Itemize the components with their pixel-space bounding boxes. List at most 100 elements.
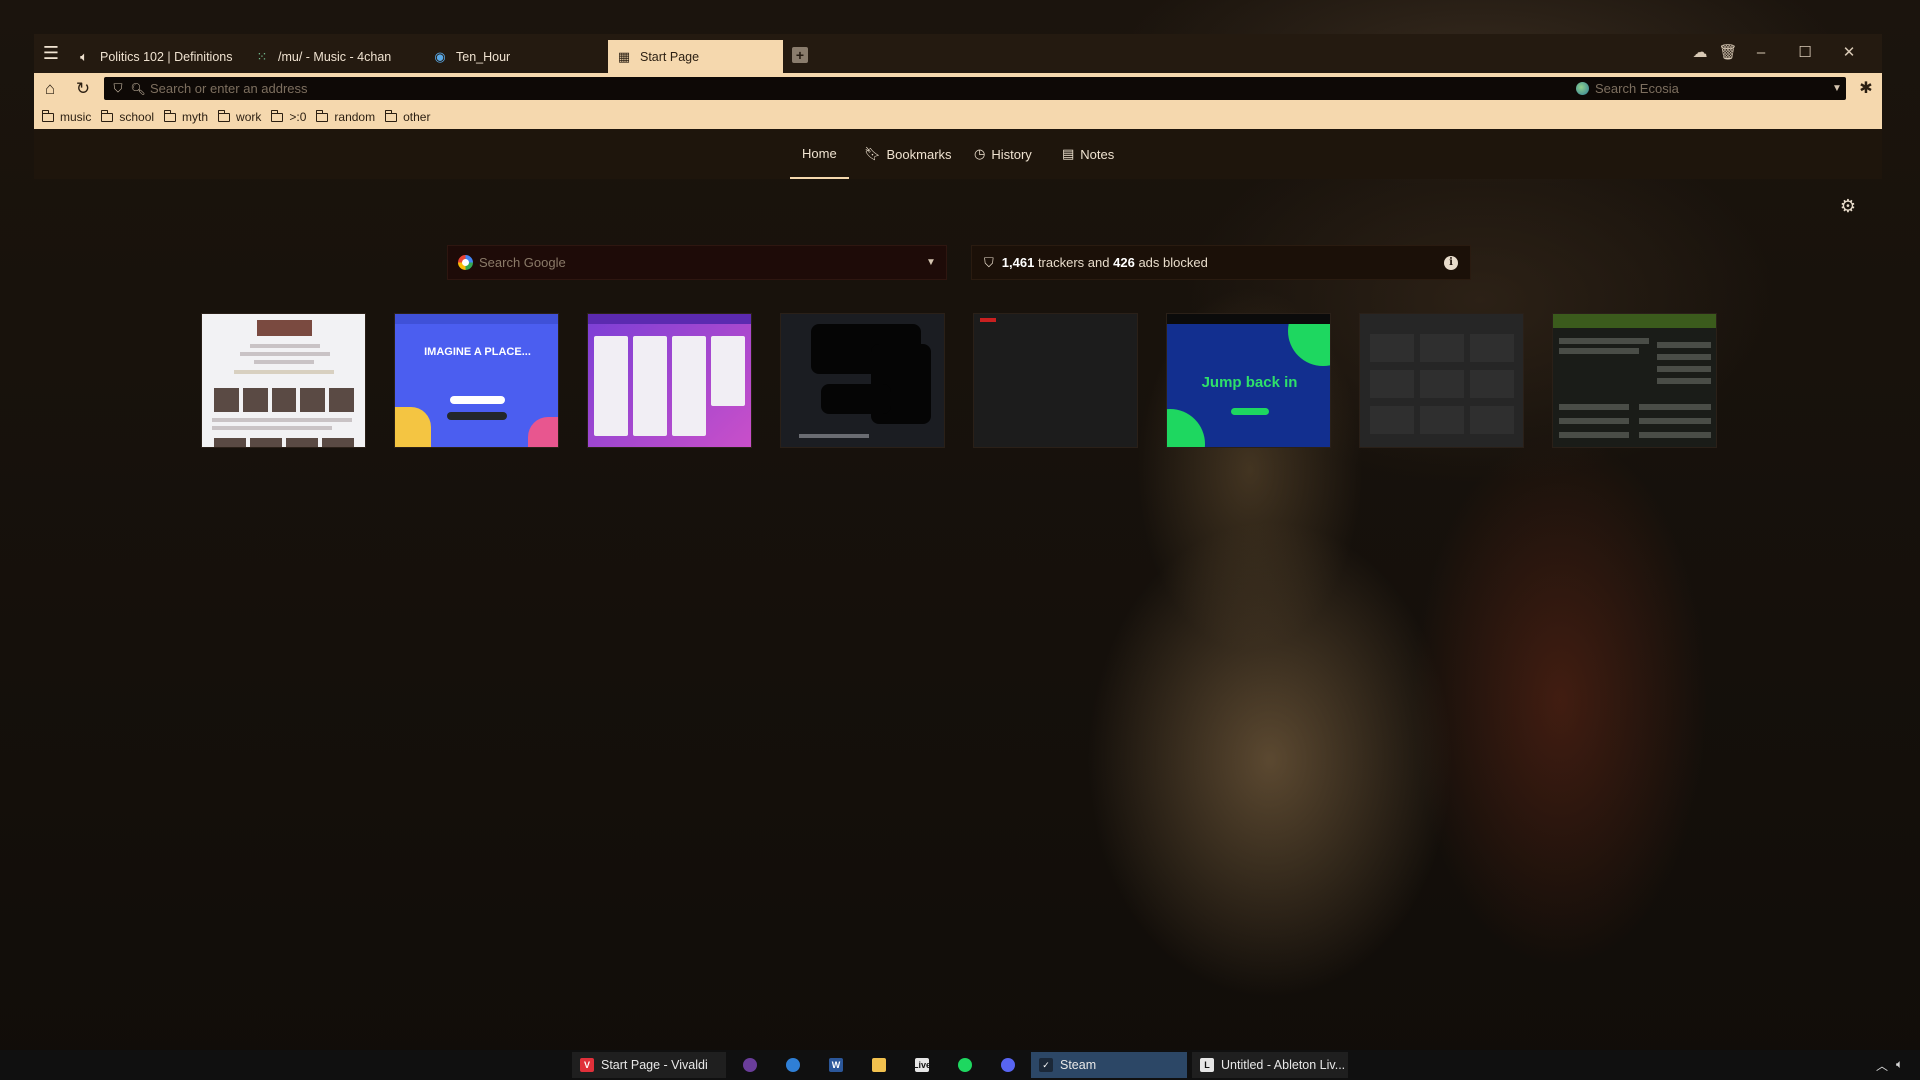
- notes-icon: ▤: [1062, 146, 1075, 161]
- tracker-stats-text: 1,461 trackers and 426 ads blocked: [1002, 255, 1208, 270]
- speed-dial-7[interactable]: [1359, 313, 1524, 448]
- google-search-input[interactable]: [479, 255, 910, 270]
- spotify-icon[interactable]: [957, 1057, 973, 1073]
- taskbar-label: Untitled - Ableton Liv...: [1221, 1058, 1346, 1072]
- tab-ten-hour[interactable]: ◉ Ten_Hour: [424, 40, 599, 73]
- edge-icon[interactable]: [785, 1057, 801, 1073]
- tab-bar: ☰ 🔈︎ Politics 102 | Definitions - Y ⁙ /m…: [34, 34, 1882, 73]
- search-input[interactable]: [1595, 81, 1822, 96]
- speed-dial-heading: Jump back in: [1201, 374, 1298, 391]
- tab-label: Politics 102 | Definitions - Y: [100, 49, 235, 64]
- home-icon[interactable]: ⌂: [38, 77, 62, 101]
- maximize-icon[interactable]: ☐: [1794, 42, 1816, 64]
- ableton-live-icon[interactable]: Live: [913, 1057, 931, 1073]
- search-engine-field[interactable]: ▼: [1570, 77, 1846, 100]
- folder-icon: [316, 109, 329, 122]
- word-icon[interactable]: W: [828, 1057, 844, 1073]
- bookmark-icon: 🔖︎: [864, 146, 881, 161]
- bookmark-label: >:0: [289, 109, 307, 124]
- nav-history[interactable]: ◷ History: [974, 129, 1032, 179]
- bookmark-folder-angry[interactable]: >:0: [270, 109, 307, 124]
- nav-notes[interactable]: ▤ Notes: [1062, 129, 1114, 179]
- cloud-sync-icon[interactable]: ☁: [1689, 42, 1711, 64]
- address-bar: ⌂ ↻ ⛉ 🔍︎ ▼ ▼ ✱: [34, 73, 1882, 104]
- speed-dial-5[interactable]: [973, 313, 1138, 448]
- bookmark-label: school: [119, 109, 155, 124]
- file-explorer-icon[interactable]: [871, 1057, 887, 1073]
- speed-dial-3[interactable]: [587, 313, 752, 448]
- folder-icon: [41, 109, 54, 122]
- folder-icon: [100, 109, 114, 122]
- chevron-down-icon[interactable]: ▼: [916, 257, 946, 268]
- discord-icon[interactable]: [1000, 1057, 1016, 1073]
- grid-icon: ▦: [617, 48, 631, 64]
- tray-chevron-up-icon[interactable]: ︿: [1876, 1057, 1888, 1074]
- taskbar-item-ableton[interactable]: L Untitled - Ableton Liv...: [1192, 1052, 1348, 1078]
- tab-4chan-mu[interactable]: ⁙ /mu/ - Music - 4chan: [246, 40, 421, 73]
- volume-icon[interactable]: 🔈︎: [1896, 1057, 1903, 1072]
- info-icon[interactable]: i: [1444, 256, 1458, 270]
- tracker-label: trackers and: [1037, 255, 1110, 270]
- ads-count: 426: [1113, 255, 1135, 270]
- tracker-count: 1,461: [1001, 255, 1035, 270]
- bookmark-label: work: [236, 109, 262, 124]
- taskbar-label: Start Page - Vivaldi: [601, 1058, 708, 1072]
- extensions-puzzle-icon[interactable]: ✱: [1854, 77, 1878, 101]
- google-icon: [458, 255, 473, 270]
- browser-window: ☰ 🔈︎ Politics 102 | Definitions - Y ⁙ /m…: [34, 34, 1882, 184]
- taskbar-label: Steam: [1060, 1058, 1097, 1072]
- gear-icon[interactable]: ⚙: [1838, 196, 1858, 216]
- bookmark-bar: music school myth work >:0 random other: [34, 104, 1882, 129]
- tracker-blocker-stats[interactable]: ⛉ 1,461 trackers and 426 ads blocked i: [971, 245, 1471, 280]
- nav-label: History: [991, 146, 1032, 162]
- shield-icon[interactable]: ⛉: [110, 81, 126, 96]
- folder-icon: [270, 109, 284, 122]
- taskbar-item-steam[interactable]: ✓ Steam: [1031, 1052, 1187, 1078]
- nav-bookmarks[interactable]: 🔖︎ Bookmarks: [864, 129, 952, 179]
- tab-label: /mu/ - Music - 4chan: [278, 49, 392, 64]
- speed-dial-8[interactable]: [1552, 313, 1717, 448]
- eye-icon: ◉: [434, 48, 446, 64]
- speed-dial-1[interactable]: [201, 313, 366, 448]
- speed-dial-6[interactable]: Jump back in: [1166, 313, 1331, 448]
- speed-dial-2[interactable]: IMAGINE A PLACE...: [394, 313, 559, 448]
- taskbar-item-vivaldi[interactable]: V Start Page - Vivaldi: [572, 1052, 726, 1078]
- speed-dial-4[interactable]: [780, 313, 945, 448]
- bookmark-label: random: [334, 109, 376, 124]
- clock-icon: ◷: [974, 146, 986, 161]
- speed-dial-heading: IMAGINE A PLACE...: [424, 346, 531, 358]
- folder-icon: [384, 109, 398, 122]
- speaker-icon[interactable]: 🔈︎: [76, 49, 92, 65]
- ableton-icon: L: [1200, 1058, 1214, 1072]
- close-icon[interactable]: ✕: [1838, 42, 1860, 64]
- tab-start-page[interactable]: ▦ Start Page: [608, 40, 783, 73]
- bookmark-folder-music[interactable]: music: [41, 109, 92, 124]
- new-tab-button[interactable]: +: [792, 47, 808, 63]
- menu-icon[interactable]: ☰: [40, 43, 62, 63]
- search-icon: 🔍︎: [130, 81, 146, 96]
- bookmark-label: other: [403, 109, 431, 124]
- google-search-field[interactable]: ▼: [447, 245, 947, 280]
- shield-icon: ⛉: [984, 254, 994, 270]
- minimize-icon[interactable]: –: [1750, 42, 1772, 64]
- chevron-down-icon[interactable]: ▼: [1828, 83, 1846, 94]
- bookmark-folder-random[interactable]: random: [316, 109, 376, 124]
- ecosia-icon: [1576, 82, 1589, 95]
- bookmark-folder-myth[interactable]: myth: [163, 109, 208, 124]
- nav-home[interactable]: Home: [790, 129, 849, 179]
- bookmark-folder-school[interactable]: school: [100, 109, 155, 124]
- url-field[interactable]: ⛉ 🔍︎ ▼: [104, 77, 1596, 100]
- tab-label: Start Page: [640, 49, 700, 64]
- taskbar: V Start Page - Vivaldi W Live ✓ Steam L …: [0, 1050, 1920, 1080]
- nav-label: Bookmarks: [886, 146, 952, 162]
- bookmark-folder-work[interactable]: work: [217, 109, 262, 124]
- tab-label: Ten_Hour: [456, 49, 511, 64]
- tab-politics[interactable]: 🔈︎ Politics 102 | Definitions - Y: [68, 40, 243, 73]
- url-input[interactable]: [150, 81, 1574, 96]
- bookmark-folder-other[interactable]: other: [384, 109, 431, 124]
- trash-icon[interactable]: 🗑︎: [1717, 42, 1739, 64]
- reload-icon[interactable]: ↻: [71, 77, 95, 101]
- bookmark-label: music: [60, 109, 92, 124]
- start-page-nav: Home 🔖︎ Bookmarks ◷ History ▤ Notes: [34, 129, 1882, 179]
- tor-browser-icon[interactable]: [742, 1057, 758, 1073]
